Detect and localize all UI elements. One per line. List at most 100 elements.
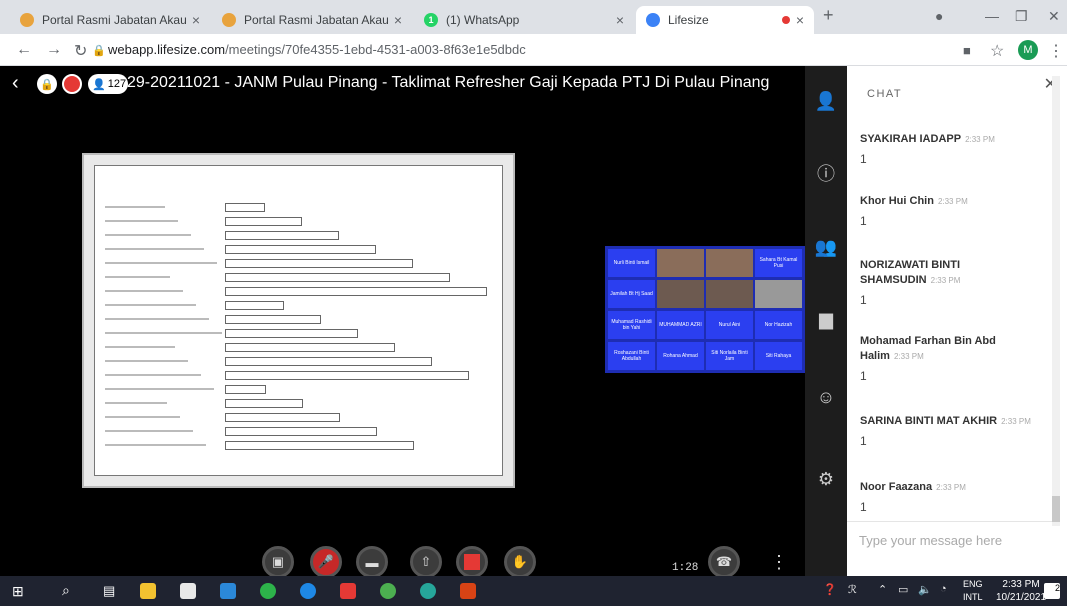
chrome-profile-icon[interactable] xyxy=(380,583,396,599)
reload-icon[interactable]: ↻ xyxy=(74,41,87,61)
profile-avatar[interactable]: M xyxy=(1018,40,1038,60)
raise-hand-button[interactable]: ✋ xyxy=(504,546,536,578)
paint-icon[interactable] xyxy=(340,583,356,599)
layout-button[interactable]: ▣ xyxy=(262,546,294,578)
forward-icon[interactable]: → xyxy=(46,41,62,59)
share-icon: ⇧ xyxy=(420,554,432,569)
more-options-icon[interactable]: ⋮ xyxy=(770,552,788,573)
hang-up-button[interactable]: ☎ xyxy=(708,546,740,578)
back-icon[interactable]: ← xyxy=(16,41,32,59)
edge-icon[interactable] xyxy=(300,583,316,599)
browser-tab-1[interactable]: Portal Rasmi Jabatan Akauntan N × xyxy=(10,6,210,34)
settings-icon[interactable]: ⚙ xyxy=(813,466,839,492)
back-chevron-icon[interactable]: ‹ xyxy=(12,72,19,95)
notification-center-icon[interactable]: 2 xyxy=(1044,583,1060,599)
maximize-icon[interactable]: ❐ xyxy=(1015,8,1028,25)
leave-call-button[interactable] xyxy=(456,546,488,578)
search-icon[interactable]: ⌕ xyxy=(62,582,70,599)
participant-tile[interactable]: Nor Hazizah xyxy=(755,311,802,339)
system-clock[interactable]: 2:33 PM 10/21/2021 xyxy=(996,578,1046,604)
wifi-icon[interactable]: ◔ xyxy=(940,583,947,595)
chat-message: Mohamad Farhan Bin Abd Halim 2:33 PM 1 xyxy=(860,334,1030,383)
participant-tile[interactable]: Jamilah Bt Hj Saad xyxy=(608,280,655,308)
clock-time: 2:33 PM xyxy=(1002,579,1040,590)
chat-scrollbar[interactable] xyxy=(1052,76,1060,526)
participant-tile[interactable] xyxy=(706,280,753,308)
close-tab-icon[interactable]: × xyxy=(796,12,804,28)
chat-message: Khor Hui Chin 2:33 PM 1 xyxy=(860,194,1050,228)
volume-icon[interactable]: 🔈 xyxy=(918,583,932,596)
minimize-icon[interactable]: — xyxy=(985,8,999,24)
shared-screen-document xyxy=(82,153,515,488)
show-hidden-icons-icon[interactable]: ⌃ xyxy=(878,583,887,596)
participant-tile[interactable]: Siti Rahaya xyxy=(755,342,802,370)
participant-count-badge[interactable]: 👤 127 xyxy=(88,74,128,94)
browser-tab-3[interactable]: 1 (1) WhatsApp × xyxy=(414,6,634,34)
chat-panel: CHAT ✕ SYAKIRAH IADAPP 2:33 PM 1 Khor Hui… xyxy=(847,66,1067,576)
info-icon[interactable]: ⓘ xyxy=(813,160,839,186)
input-language[interactable]: ENG INTL xyxy=(963,578,983,604)
clock-date: 10/21/2021 xyxy=(996,592,1047,603)
participant-tile[interactable] xyxy=(755,280,802,308)
browser-tab-2[interactable]: Portal Rasmi Jabatan Akauntan N × xyxy=(212,6,412,34)
jan-logo-icon xyxy=(20,13,34,27)
store-icon[interactable] xyxy=(180,583,196,599)
whatsapp-icon: 1 xyxy=(424,13,438,27)
close-tab-icon[interactable]: × xyxy=(394,12,402,28)
share-screen-button[interactable]: ⇧ xyxy=(410,546,442,578)
meeting-title: 29-20211021 - JANM Pulau Pinang - Taklim… xyxy=(127,74,770,91)
participant-tile[interactable]: Rohana Ahmad xyxy=(657,342,704,370)
form-field-box xyxy=(225,441,414,450)
help-icon[interactable]: ❓ xyxy=(823,583,837,596)
close-tab-icon[interactable]: × xyxy=(192,12,200,28)
participant-tile[interactable]: Roshazani Binti Abdullah xyxy=(608,342,655,370)
participant-tile[interactable]: Muhamad Rashidi bin Yahi xyxy=(608,311,655,339)
url-field[interactable]: webapp.lifesize.com/meetings/70fe4355-1e… xyxy=(108,42,526,57)
participant-tile[interactable] xyxy=(706,249,753,277)
add-participant-icon[interactable]: 👤 xyxy=(813,88,839,114)
scroll-thumb[interactable] xyxy=(1052,496,1060,522)
form-field-box xyxy=(225,203,265,212)
sender-name: SARINA BINTI MAT AKHIR xyxy=(860,415,998,427)
browser-menu-icon[interactable]: ⋮ xyxy=(1048,41,1064,61)
tab-title: Lifesize xyxy=(668,13,709,27)
chat-icon[interactable]: ▆ xyxy=(813,306,839,332)
recording-icon[interactable] xyxy=(62,74,82,94)
browser-tab-4-active[interactable]: Lifesize × xyxy=(636,6,814,34)
mail-icon[interactable] xyxy=(220,583,236,599)
people-icon[interactable]: ℛ xyxy=(848,583,857,596)
mute-microphone-button[interactable]: 🎤 xyxy=(310,546,342,578)
windows-start-icon[interactable]: ⊞ xyxy=(12,583,24,600)
participant-tile[interactable]: Siti Norlaila Binti Jam xyxy=(706,342,753,370)
profile-menu-icon[interactable]: ● xyxy=(935,8,943,24)
close-tab-icon[interactable]: × xyxy=(616,12,624,28)
battery-icon[interactable]: ▭ xyxy=(898,583,908,596)
participant-tile[interactable]: Nurli Binti Ismail xyxy=(608,249,655,277)
form-field-box xyxy=(225,245,376,254)
participant-tile[interactable]: MUHAMMAD AZRI xyxy=(657,311,704,339)
participant-tile[interactable] xyxy=(657,249,704,277)
form-field-box xyxy=(225,371,469,380)
app-icon[interactable] xyxy=(460,583,476,599)
participant-tile[interactable] xyxy=(657,280,704,308)
message-text: 1 xyxy=(860,500,867,514)
phone-icon: ☎ xyxy=(715,554,733,569)
close-window-icon[interactable]: ✕ xyxy=(1048,8,1060,25)
camera-button[interactable]: ▬ xyxy=(356,546,388,578)
camera-icon[interactable]: ■ xyxy=(963,43,971,58)
bookmark-star-icon[interactable]: ☆ xyxy=(990,41,1004,61)
form-line xyxy=(105,416,180,418)
chat-message: SARINA BINTI MAT AKHIR 2:33 PM 1 xyxy=(860,414,1050,448)
participants-icon[interactable]: 👥 xyxy=(813,234,839,260)
task-view-icon[interactable]: ▤ xyxy=(103,583,115,599)
reactions-icon[interactable]: ☺ xyxy=(813,384,839,410)
chrome-icon[interactable] xyxy=(260,583,276,599)
file-explorer-icon[interactable] xyxy=(140,583,156,599)
lock-meeting-icon[interactable]: 🔒 xyxy=(37,74,57,94)
participant-tile[interactable]: Sahara Bt Kamal Pusi xyxy=(755,249,802,277)
chat-message-input[interactable]: Type your message here xyxy=(859,533,1002,548)
participant-tile[interactable]: Nurul Aini xyxy=(706,311,753,339)
new-tab-button[interactable]: + xyxy=(823,5,834,26)
chrome-profile-2-icon[interactable] xyxy=(420,583,436,599)
message-time: 2:33 PM xyxy=(936,483,966,492)
